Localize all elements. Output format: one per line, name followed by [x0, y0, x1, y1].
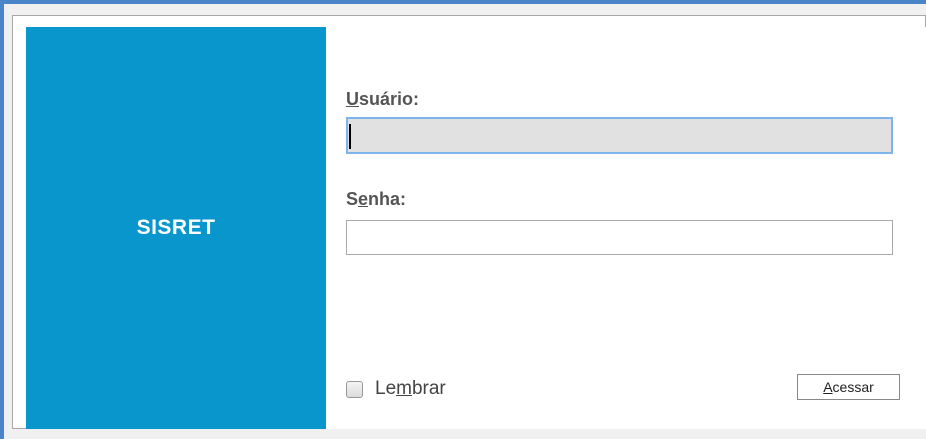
remember-row[interactable]: Lembrar [346, 377, 446, 401]
remember-label[interactable]: Lembrar [375, 378, 446, 400]
password-label-first: S [346, 189, 359, 209]
remember-label-first: Le [375, 378, 397, 399]
remember-checkbox[interactable] [346, 380, 363, 398]
username-label-text: suário: [359, 89, 420, 109]
brand-panel: SISRET [26, 27, 326, 429]
username-label-mnemonic: U [346, 89, 359, 109]
access-button[interactable]: Acessar [797, 374, 900, 400]
window-left-border [0, 0, 4, 439]
login-form: Usuário: Senha: Lembrar Acessar [326, 27, 926, 429]
access-button-label: cessar [832, 379, 874, 395]
password-input[interactable] [346, 220, 893, 255]
login-window: SISRET Usuário: Senha: Lembrar Acessar [0, 0, 926, 439]
text-caret [349, 124, 351, 149]
username-input[interactable] [346, 117, 893, 154]
password-label: Senha: [346, 189, 406, 210]
window-top-border [0, 0, 926, 4]
username-label: Usuário: [346, 89, 419, 110]
remember-label-text: brar [411, 378, 446, 399]
access-button-mnemonic: A [823, 379, 833, 395]
password-label-text: nha: [368, 189, 407, 209]
password-label-mnemonic: e [358, 189, 369, 209]
app-title: SISRET [136, 216, 216, 239]
remember-label-mnemonic: m [396, 378, 412, 399]
